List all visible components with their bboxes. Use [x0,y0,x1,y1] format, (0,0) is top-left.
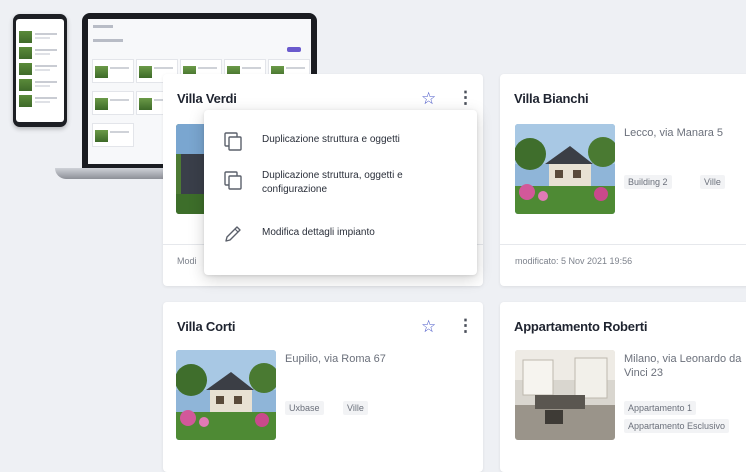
property-image [515,124,615,214]
card-options-menu: Duplicazione struttura e oggetti Duplica… [204,110,477,275]
card-title: Appartamento Roberti [514,319,648,334]
pencil-icon [222,223,244,245]
property-address: Lecco, via Manara 5 [624,127,724,139]
star-icon[interactable]: ☆ [421,90,436,107]
property-tag: Ville [343,401,368,415]
phone-mockup [13,14,67,127]
property-image [176,350,276,440]
card-footer: modificato: 5 Nov 2021 19:56 [515,256,633,266]
more-options-icon[interactable]: ⋮ [457,89,474,106]
phone-screen [16,19,64,122]
menu-item-duplicate-structure[interactable]: Duplicazione struttura e oggetti [204,126,477,156]
property-tag: Building 2 [624,175,672,189]
property-tag: Ville [700,175,725,189]
property-image [515,350,615,440]
copy-icon [222,130,244,152]
property-tag: Uxbase [285,401,324,415]
phone-row [19,31,59,43]
menu-item-edit-details[interactable]: Modifica dettagli impianto [204,220,477,248]
star-icon[interactable]: ☆ [421,318,436,335]
copy-icon [222,169,244,191]
menu-item-label: Duplicazione struttura e oggetti [262,134,400,145]
menu-item-label: Duplicazione struttura, oggetti e config… [262,170,403,195]
phone-row [19,95,59,107]
card-title: Villa Corti [177,319,236,334]
property-card[interactable]: Appartamento Roberti Milano, via Leonard… [500,302,746,472]
property-address: Eupilio, via Roma 67 [285,353,386,365]
property-card[interactable]: Villa Corti ☆ ⋮ Eupilio, via Roma 67 Uxb… [163,302,483,472]
card-footer: Modi [177,256,197,266]
property-address: Milano, via Leonardo da Vinci 23 [624,353,742,379]
property-card[interactable]: Villa Bianchi Lecco, via Manara 5 Buildi… [500,74,746,286]
card-title: Villa Verdi [177,91,237,106]
phone-row [19,79,59,91]
phone-row [19,63,59,75]
phone-row [19,47,59,59]
more-options-icon[interactable]: ⋮ [457,317,474,334]
menu-item-duplicate-structure-config[interactable]: Duplicazione struttura, oggetti e config… [204,166,477,202]
property-tag: Appartamento 1 [624,401,697,415]
card-title: Villa Bianchi [514,91,589,106]
property-tag: Appartamento Esclusivo [624,419,730,433]
menu-item-label: Modifica dettagli impianto [262,227,375,238]
